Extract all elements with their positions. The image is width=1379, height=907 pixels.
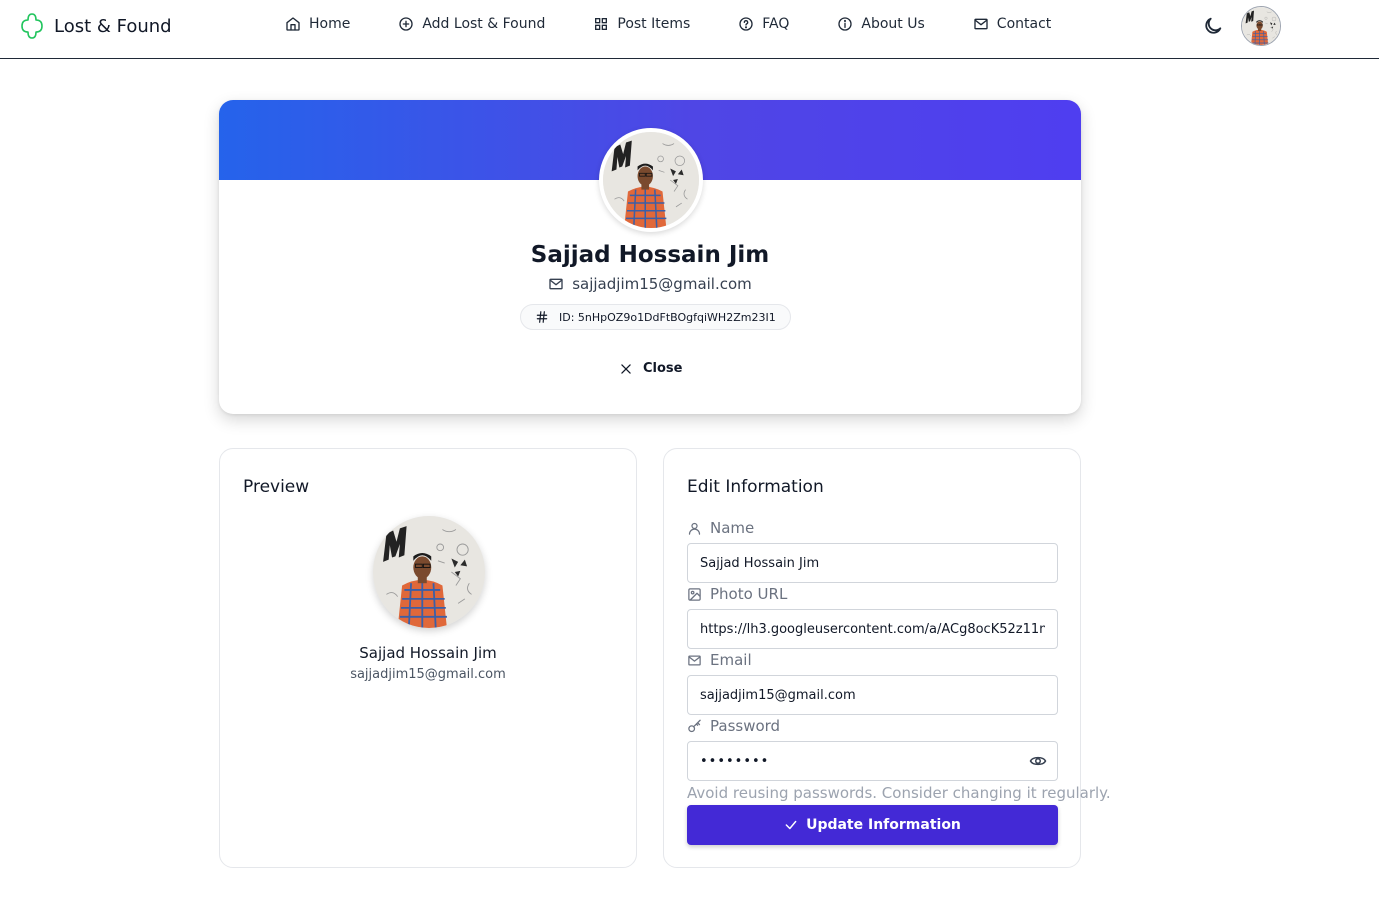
user-id-badge: ID: 5nHpOZ9o1DdFtBOgfqiWH2Zm23I1 (520, 304, 791, 330)
profile-avatar (599, 128, 703, 232)
nav-contact-label: Contact (996, 16, 1052, 32)
preview-avatar-image (373, 516, 485, 628)
nav-faq[interactable]: FAQ (738, 16, 789, 32)
user-id-text: ID: 5nHpOZ9o1DdFtBOgfqiWH2Zm23I1 (559, 310, 776, 324)
nav-about-label: About Us (861, 16, 925, 32)
close-button[interactable]: Close (619, 361, 682, 376)
preview-card: Preview Sajjad Hossain Jim sajjadjim15@g… (219, 448, 637, 868)
preview-name: Sajjad Hossain Jim (359, 644, 497, 662)
info-icon (838, 17, 853, 31)
profile-header-card: Sajjad Hossain Jim sajjadjim15@gmail.com… (219, 100, 1081, 414)
check-icon (785, 820, 797, 830)
brand-logo[interactable]: Lost & Found (18, 12, 172, 40)
password-input[interactable] (687, 741, 1058, 781)
email-label: Email (687, 651, 752, 669)
nav-home-label: Home (309, 16, 351, 32)
close-icon (621, 363, 631, 374)
top-navbar: Lost & Found Home Add Lost & Found Post … (0, 0, 1379, 59)
name-label: Name (687, 519, 754, 537)
user-icon (688, 522, 701, 535)
avatar-image (1242, 7, 1280, 45)
nav-add-label: Add Lost & Found (422, 16, 546, 32)
password-hint: Avoid reusing passwords. Consider changi… (687, 784, 1111, 802)
edit-title: Edit Information (687, 477, 824, 497)
nav-about-us[interactable]: About Us (837, 16, 925, 32)
password-label: Password (687, 717, 780, 735)
photo-url-label-text: Photo URL (710, 585, 788, 603)
name-input[interactable] (687, 543, 1058, 583)
hash-icon (536, 311, 548, 323)
clover-logo-icon (21, 13, 43, 39)
profile-email-text: sajjadjim15@gmail.com (572, 275, 752, 293)
mail-icon (974, 18, 988, 30)
nav-faq-label: FAQ (762, 16, 790, 32)
nav-home[interactable]: Home (285, 16, 350, 32)
nav-post-items[interactable]: Post Items (593, 16, 690, 32)
preview-title: Preview (243, 477, 310, 497)
profile-email-row: sajjadjim15@gmail.com (219, 275, 1081, 293)
update-button-label: Update Information (806, 817, 961, 833)
close-button-label: Close (643, 361, 683, 376)
image-icon (688, 587, 701, 601)
preview-email: sajjadjim15@gmail.com (350, 667, 506, 682)
user-avatar[interactable] (1241, 6, 1281, 46)
nav-add-lost-found[interactable]: Add Lost & Found (398, 16, 545, 32)
preview-avatar (373, 516, 485, 628)
password-label-text: Password (710, 717, 781, 735)
mail-icon (549, 278, 563, 290)
email-input[interactable] (687, 675, 1058, 715)
nav-post-label: Post Items (617, 16, 691, 32)
edit-information-card: Edit Information Name Photo URL Email Pa… (663, 448, 1111, 868)
grid-icon (595, 17, 608, 30)
plus-circle-icon (399, 17, 414, 31)
photo-url-input[interactable] (687, 609, 1058, 649)
nav-contact[interactable]: Contact (973, 16, 1051, 32)
update-information-button[interactable]: Update Information (687, 805, 1058, 845)
photo-url-label: Photo URL (687, 585, 787, 603)
profile-name: Sajjad Hossain Jim (530, 242, 770, 268)
moon-icon[interactable] (1202, 15, 1224, 37)
name-label-text: Name (710, 519, 755, 537)
nav-links: Home Add Lost & Found Post Items FAQ Abo… (285, 16, 1051, 32)
mail-icon (688, 655, 701, 665)
help-circle-icon (739, 17, 753, 31)
email-label-text: Email (710, 651, 752, 669)
eye-icon[interactable] (1029, 752, 1047, 770)
home-icon (286, 17, 300, 31)
key-icon (688, 719, 701, 732)
profile-avatar-image (603, 132, 699, 228)
brand-name: Lost & Found (54, 15, 172, 37)
